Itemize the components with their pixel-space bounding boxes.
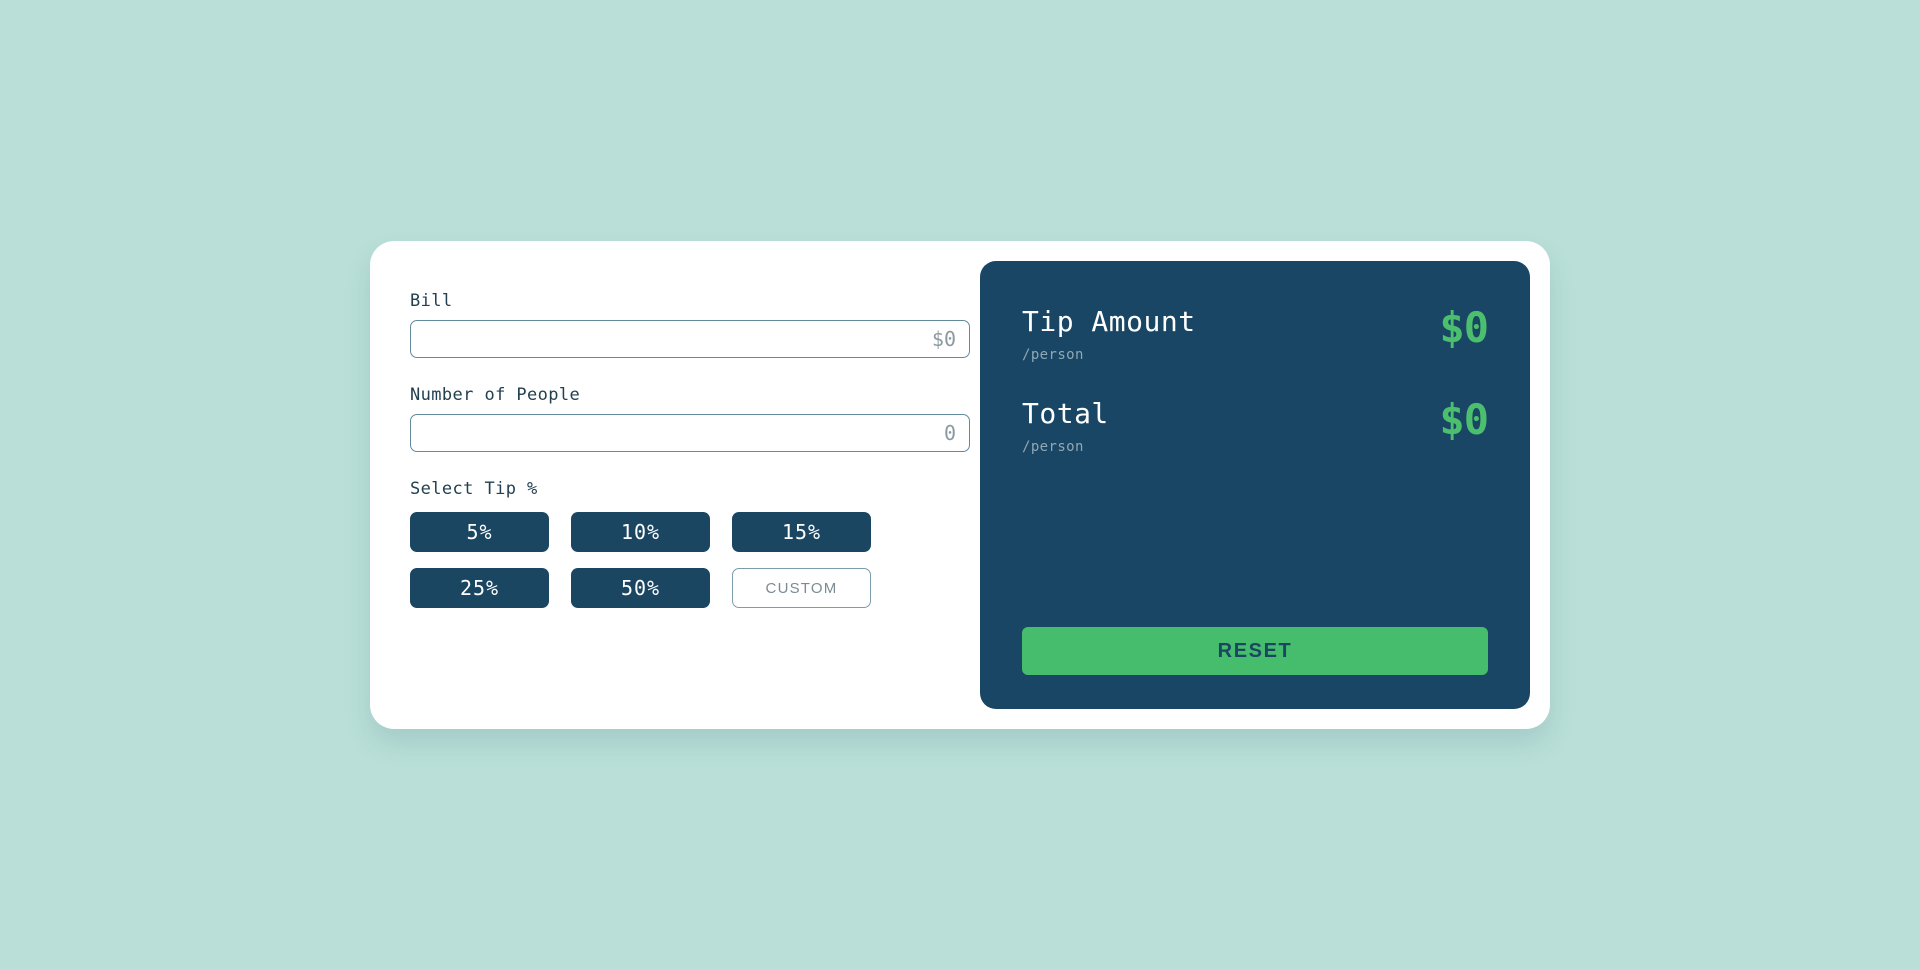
results-panel: Tip Amount /person $0 Total /person $0 R… (980, 261, 1530, 709)
tip-amount-subtitle: /person (1022, 347, 1084, 363)
tip-amount-value: $0 (1439, 303, 1489, 352)
people-label: Number of People (410, 385, 581, 405)
people-input-wrap (410, 414, 970, 452)
tip-option-25[interactable]: 25% (410, 568, 549, 608)
reset-button[interactable]: RESET (1022, 627, 1488, 675)
bill-input-wrap (410, 320, 970, 358)
tip-option-custom[interactable]: CUSTOM (732, 568, 871, 608)
bill-label: Bill (410, 291, 453, 311)
people-input[interactable] (410, 414, 970, 452)
total-title: Total (1022, 397, 1109, 430)
tip-amount-labels: Tip Amount /person (1022, 305, 1196, 363)
total-labels: Total /person (1022, 397, 1109, 455)
tip-option-5[interactable]: 5% (410, 512, 549, 552)
input-panel: Bill Number of People Select Tip % 5% 10… (390, 261, 980, 709)
tip-calculator-card: Bill Number of People Select Tip % 5% 10… (370, 241, 1550, 729)
total-value: $0 (1439, 395, 1489, 444)
total-row: Total /person $0 (1022, 395, 1489, 455)
tip-option-10[interactable]: 10% (571, 512, 710, 552)
select-tip-label: Select Tip % (410, 479, 538, 499)
tip-option-50[interactable]: 50% (571, 568, 710, 608)
tip-amount-row: Tip Amount /person $0 (1022, 303, 1489, 363)
tip-options-grid: 5% 10% 15% 25% 50% CUSTOM (410, 512, 970, 608)
bill-input[interactable] (410, 320, 970, 358)
tip-option-15[interactable]: 15% (732, 512, 871, 552)
tip-amount-title: Tip Amount (1022, 305, 1196, 338)
total-subtitle: /person (1022, 439, 1084, 455)
